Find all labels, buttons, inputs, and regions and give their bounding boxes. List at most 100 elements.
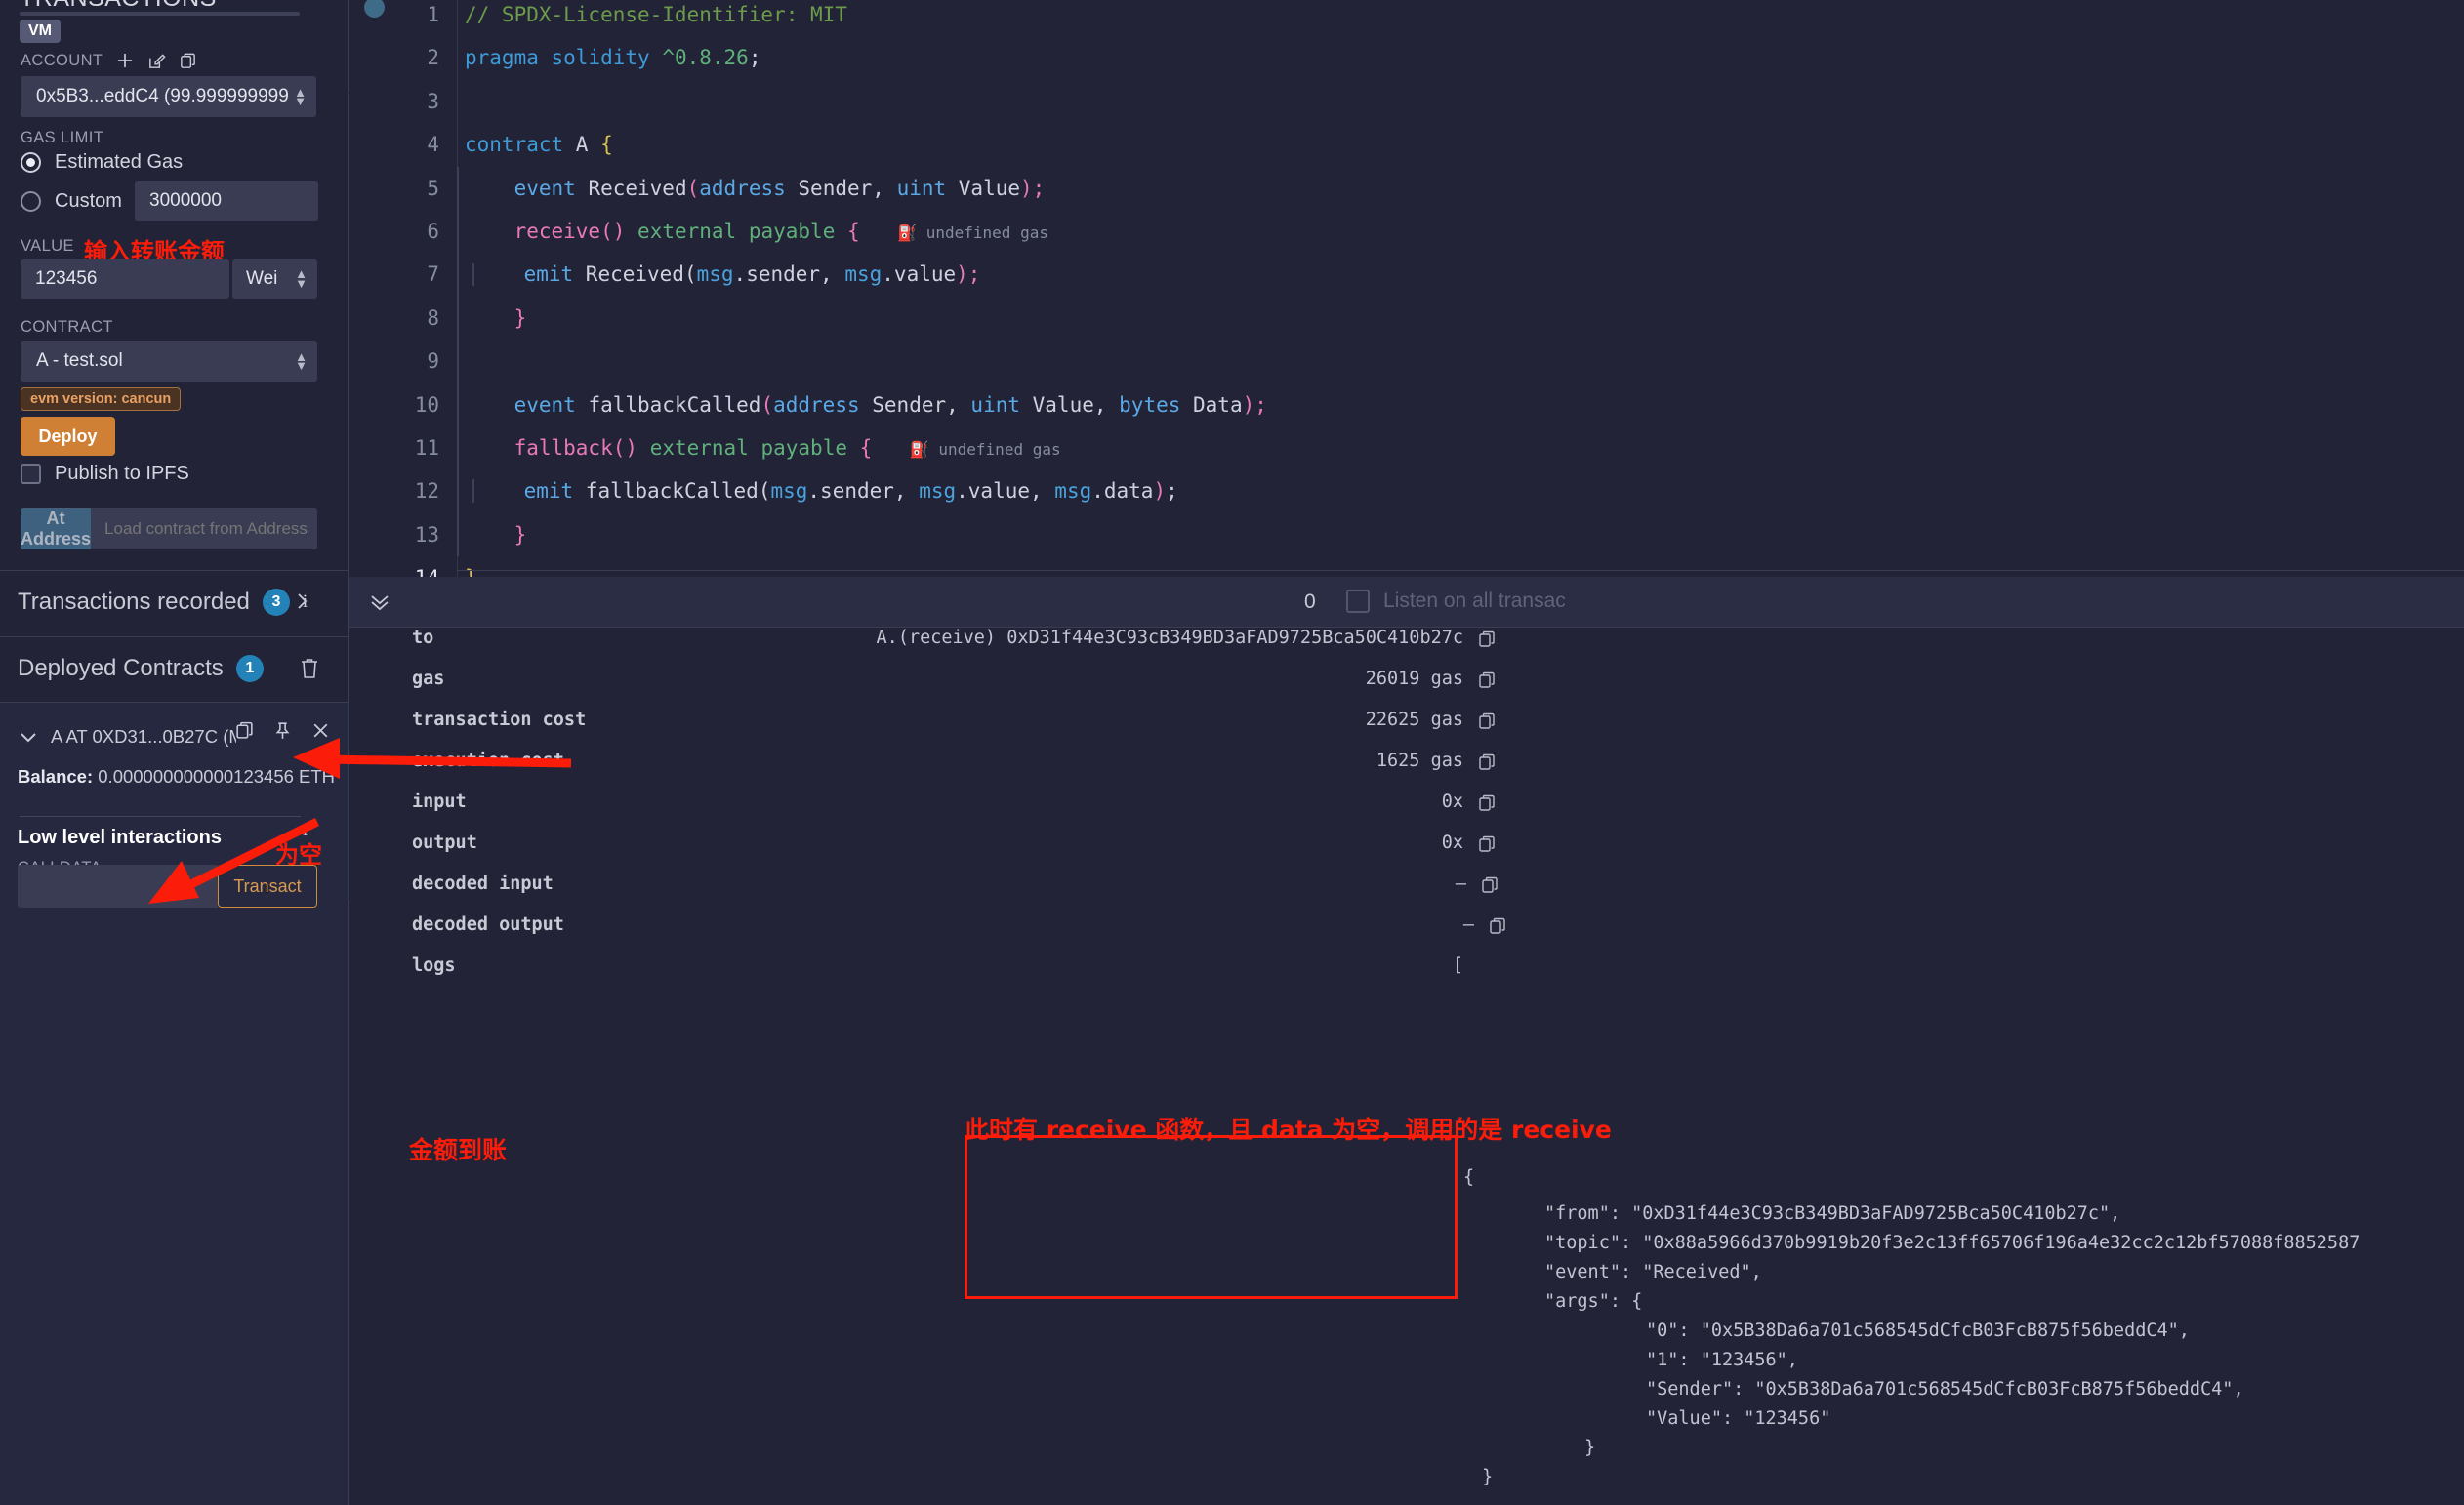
copy-icon[interactable] bbox=[1477, 752, 1497, 776]
code-text: receive() external payable { ⛽ undefined… bbox=[513, 219, 1048, 243]
chevron-double-down-icon[interactable] bbox=[367, 590, 392, 620]
indent-guide bbox=[457, 512, 465, 557]
code-line[interactable]: 3 bbox=[349, 80, 2464, 123]
row-value: A.(receive) 0xD31f44e3C93cB349BD3aFAD972… bbox=[876, 628, 1463, 648]
code-line[interactable]: 6 receive() external payable { ⛽ undefin… bbox=[349, 209, 2464, 254]
row-value: 26019 gas bbox=[1365, 669, 1463, 689]
plus-icon[interactable] bbox=[115, 51, 135, 70]
transactions-recorded-row[interactable]: Transactions recorded 3 i bbox=[18, 589, 308, 616]
row-key: to bbox=[412, 628, 434, 648]
code-line[interactable]: 4 contract A { bbox=[349, 123, 2464, 166]
code-line[interactable]: 2 pragma solidity ^0.8.26; bbox=[349, 36, 2464, 79]
code-line[interactable]: 13 } bbox=[349, 512, 2464, 557]
row-key: decoded input bbox=[412, 874, 554, 894]
code-line[interactable]: 10 event fallbackCalled(address Sender, … bbox=[349, 383, 2464, 427]
log-json-line: "args": { bbox=[1544, 1291, 1643, 1312]
code-text: emit fallbackCalled(msg.sender, msg.valu… bbox=[465, 469, 1178, 512]
listen-on-all-transactions[interactable]: Listen on all transac bbox=[1346, 590, 1566, 613]
editor-bottom-divider bbox=[457, 570, 2464, 571]
copy-icon[interactable] bbox=[1477, 834, 1497, 858]
indent-guide bbox=[457, 123, 465, 166]
at-address-group: At Address bbox=[21, 508, 317, 549]
custom-gas-input[interactable]: 3000000 bbox=[135, 181, 318, 221]
listen-label: Listen on all transac bbox=[1383, 590, 1566, 612]
code-line[interactable]: 7 emit Received(msg.sender, msg.value); bbox=[349, 253, 2464, 297]
radio-custom-gas[interactable]: Custom bbox=[21, 190, 122, 213]
code-line[interactable]: 11 fallback() external payable { ⛽ undef… bbox=[349, 426, 2464, 470]
copy-icon[interactable] bbox=[1477, 712, 1497, 735]
radio-estimated-gas-label: Estimated Gas bbox=[55, 151, 184, 173]
chevron-updown-icon[interactable]: ▲ ▼ bbox=[295, 267, 308, 289]
code-line[interactable]: 5 event Received(address Sender, uint Va… bbox=[349, 166, 2464, 210]
chevron-updown-icon[interactable]: ▲ ▼ bbox=[294, 86, 307, 107]
trash-icon[interactable] bbox=[299, 657, 320, 685]
account-select[interactable]: 0x5B3...eddC4 (99.999999999 ▲ ▼ bbox=[21, 76, 316, 117]
code-text: // SPDX-License-Identifier: MIT bbox=[465, 3, 847, 26]
table-row: gas 26019 gas bbox=[349, 669, 2464, 710]
code-editor[interactable]: 1 // SPDX-License-Identifier: MIT 2 pragma … bbox=[349, 0, 2464, 590]
arrow-to-calldata-icon bbox=[148, 817, 320, 904]
indent-guide bbox=[457, 383, 465, 427]
table-row: output 0x bbox=[349, 833, 2464, 874]
transactions-recorded-count: 3 bbox=[262, 589, 290, 616]
line-number: 11 bbox=[414, 435, 439, 460]
amount-received-annotation: 金额到账 bbox=[409, 1136, 508, 1164]
at-address-button[interactable]: At Address bbox=[21, 508, 92, 549]
contract-select[interactable]: A - test.sol ▲ ▼ bbox=[21, 341, 317, 382]
radio-custom-gas-icon[interactable] bbox=[21, 191, 41, 212]
code-lines[interactable]: 1 // SPDX-License-Identifier: MIT 2 pragma … bbox=[349, 0, 2464, 590]
code-line[interactable]: 12 emit fallbackCalled(msg.sender, msg.v… bbox=[349, 469, 2464, 513]
value-label: VALUE bbox=[21, 237, 74, 255]
radio-estimated-gas[interactable]: Estimated Gas bbox=[21, 151, 183, 174]
chevron-down-icon[interactable] bbox=[18, 726, 39, 748]
log-json-line: { bbox=[1463, 1167, 1475, 1188]
terminal-toolbar: 0 Listen on all transac bbox=[349, 577, 2464, 628]
listen-checkbox[interactable] bbox=[1346, 590, 1370, 613]
row-value: 22625 gas bbox=[1365, 710, 1463, 730]
gas-estimate-hint: ⛽ undefined gas bbox=[872, 439, 1061, 459]
copy-icon[interactable] bbox=[1477, 793, 1497, 817]
log-json-line: "1": "123456", bbox=[1646, 1350, 1798, 1370]
line-number: 7 bbox=[427, 263, 439, 287]
log-json-line: "from": "0xD31f44e3C93cB349BD3aFAD9725Bc… bbox=[1544, 1203, 2121, 1224]
line-number: 9 bbox=[427, 349, 439, 374]
log-json-line: "event": "Received", bbox=[1544, 1262, 1762, 1282]
row-value: – bbox=[1455, 874, 1466, 894]
publish-ipfs-checkbox[interactable] bbox=[21, 464, 41, 484]
value-unit-select[interactable]: Wei ▲ ▼ bbox=[232, 259, 317, 299]
row-value: 0x bbox=[1441, 833, 1463, 853]
table-row: input 0x bbox=[349, 792, 2464, 833]
copy-icon[interactable] bbox=[1477, 671, 1497, 694]
copy-icon[interactable] bbox=[1477, 630, 1497, 653]
log-json-line: } bbox=[1482, 1467, 1494, 1487]
line-number: 2 bbox=[427, 46, 439, 70]
line-number: 5 bbox=[427, 176, 439, 200]
publish-ipfs-label: Publish to IPFS bbox=[55, 463, 189, 484]
deploy-button[interactable]: Deploy bbox=[21, 417, 115, 456]
value-input[interactable]: 123456 bbox=[21, 259, 229, 299]
copy-icon[interactable] bbox=[1480, 875, 1499, 899]
table-row: decoded input – bbox=[349, 874, 2464, 915]
chevron-right-icon[interactable] bbox=[291, 590, 312, 617]
chevron-updown-icon[interactable]: ▲ ▼ bbox=[295, 350, 308, 372]
radio-estimated-gas-icon[interactable] bbox=[21, 152, 41, 173]
copy-icon[interactable] bbox=[1488, 916, 1507, 940]
value-unit-label: Wei bbox=[246, 267, 278, 289]
log-highlight-box bbox=[965, 1135, 1458, 1299]
code-text: contract A { bbox=[465, 133, 613, 157]
indent-guide bbox=[457, 166, 465, 210]
line-number: 3 bbox=[427, 89, 439, 113]
code-line[interactable]: 9 bbox=[349, 340, 2464, 384]
indent-guide bbox=[457, 0, 465, 36]
line-number: 12 bbox=[414, 479, 439, 504]
indent-guide bbox=[457, 469, 465, 513]
publish-ipfs-row[interactable]: Publish to IPFS bbox=[21, 463, 189, 485]
edit-icon[interactable] bbox=[147, 52, 166, 70]
at-address-input[interactable] bbox=[91, 508, 317, 549]
code-line[interactable]: 1 // SPDX-License-Identifier: MIT bbox=[349, 0, 2464, 36]
code-line[interactable]: 8 } bbox=[349, 296, 2464, 341]
copy-icon[interactable] bbox=[234, 720, 255, 741]
copy-icon[interactable] bbox=[179, 52, 197, 70]
terminal-count: 0 bbox=[1304, 590, 1316, 613]
row-value: 0x bbox=[1441, 792, 1463, 812]
